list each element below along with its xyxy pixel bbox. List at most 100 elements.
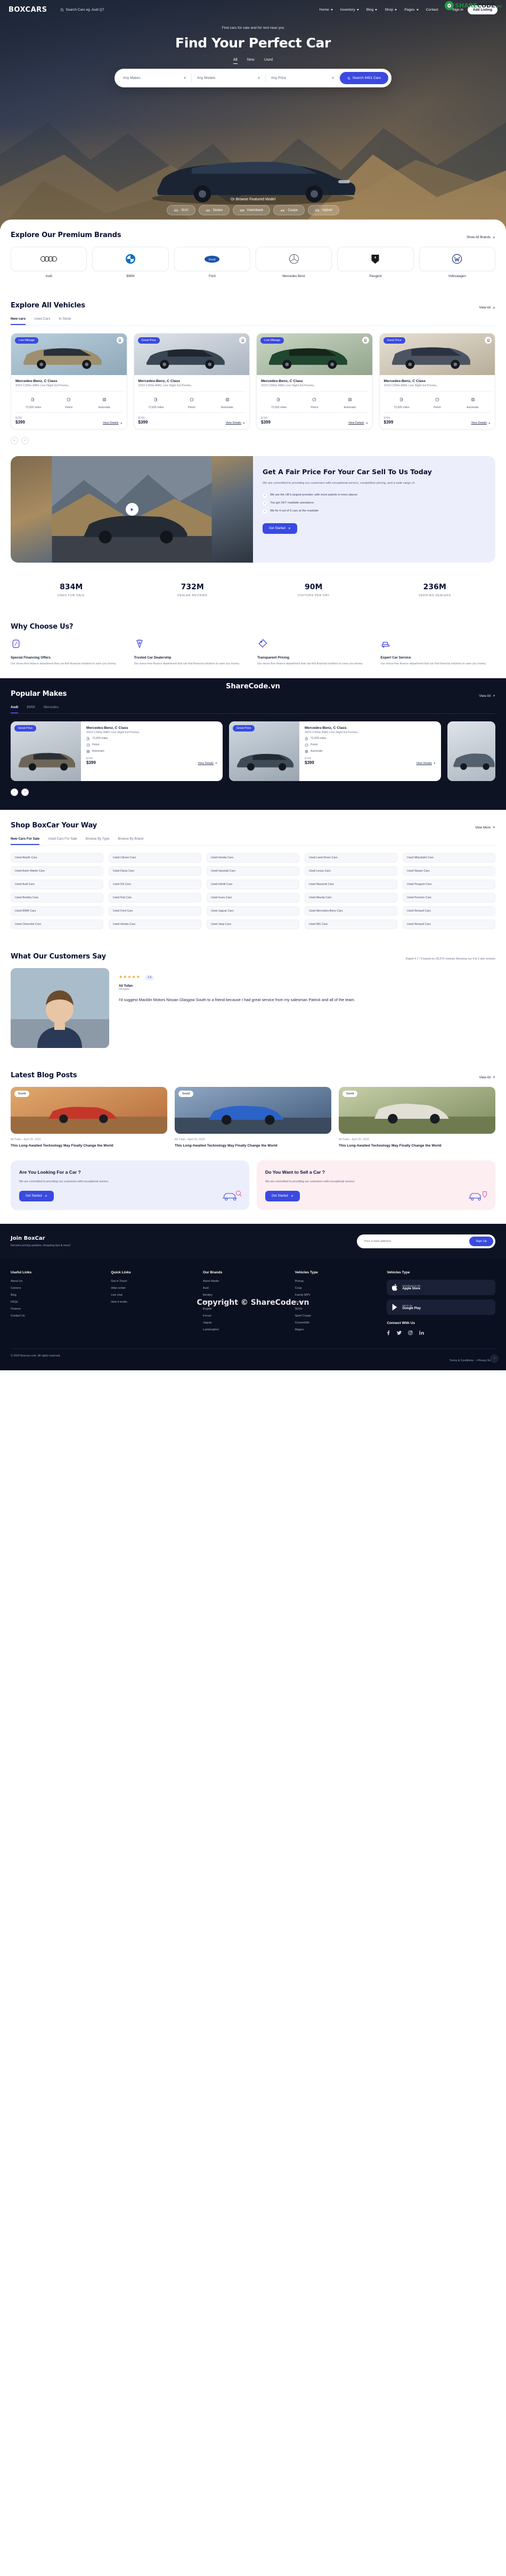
shop-chip[interactable]: Used DS Cars bbox=[109, 879, 201, 889]
fair-price-video-thumb[interactable] bbox=[11, 456, 253, 563]
blog-post[interactable]: Sound Ali Tufan - April 30, 2023 This Lo… bbox=[175, 1086, 331, 1149]
social-instagram[interactable] bbox=[408, 1330, 413, 1336]
fair-price-get-started-button[interactable]: Get Started bbox=[263, 523, 297, 534]
cta-get-started-button[interactable]: Get Started bbox=[19, 1191, 54, 1202]
view-details-link[interactable]: View Details bbox=[103, 421, 123, 425]
shop-chip[interactable]: Used Honda Cars bbox=[109, 919, 201, 929]
footer-link[interactable]: Contact Us bbox=[11, 1314, 102, 1318]
shop-chip[interactable]: Used Bentley Cars bbox=[11, 892, 103, 903]
models-dropdown[interactable]: Any Models bbox=[192, 74, 266, 83]
shop-chip[interactable]: Used Nissan Cars bbox=[403, 866, 495, 876]
carousel-next-button[interactable]: › bbox=[21, 437, 29, 444]
view-details-link[interactable]: View Details bbox=[348, 421, 368, 425]
vehicle-card[interactable]: Great Price Mercedes-Benz, C Class 2023 … bbox=[133, 333, 250, 429]
shop-chip[interactable]: Used Jeep Cars bbox=[207, 919, 299, 929]
tab-browse-by-type[interactable]: Browse By Type bbox=[86, 837, 110, 845]
shop-chip[interactable]: Used Isuzu Cars bbox=[207, 892, 299, 903]
bookmark-button[interactable] bbox=[485, 337, 492, 344]
play-button[interactable] bbox=[125, 503, 138, 516]
footer-link[interactable]: About Us bbox=[11, 1280, 102, 1283]
nav-item-contact[interactable]: Contact bbox=[426, 8, 438, 12]
tab-new[interactable]: New bbox=[247, 58, 255, 64]
popular-card[interactable]: Great Price Mercedes-Benz, C Class 2023 … bbox=[229, 721, 441, 781]
blog-post[interactable]: Sound Ali Tufan - April 30, 2023 This Lo… bbox=[11, 1086, 167, 1149]
tab-used[interactable]: Used bbox=[264, 58, 273, 64]
nav-item-home[interactable]: Home bbox=[320, 8, 333, 12]
back-to-top-button[interactable]: ↑ bbox=[490, 1354, 499, 1363]
bookmark-button[interactable] bbox=[239, 337, 246, 344]
makes-dropdown[interactable]: Any Makes bbox=[118, 74, 192, 83]
shop-chip[interactable]: Used Ford Cars bbox=[109, 906, 201, 916]
vehicles-view-all-link[interactable]: View All bbox=[479, 306, 495, 310]
footer-link[interactable]: Sport Coupe bbox=[295, 1314, 379, 1318]
popular-view-all-link[interactable]: View All bbox=[479, 694, 495, 698]
shop-chip[interactable]: Used Mazda Cars bbox=[305, 892, 397, 903]
nav-item-inventory[interactable]: Inventory bbox=[340, 8, 359, 12]
shop-chip[interactable]: Used Audi Cars bbox=[11, 879, 103, 889]
footer-link[interactable]: Live chat bbox=[111, 1294, 194, 1297]
tab-new-cars-for-sale[interactable]: New Cars For Sale bbox=[11, 837, 40, 845]
bookmark-button[interactable] bbox=[116, 337, 124, 344]
popular-card[interactable]: Great Price Mercedes-Benz, C Class 2023 … bbox=[11, 721, 223, 781]
apple-store-button[interactable]: Download on the Apple Store bbox=[387, 1280, 495, 1296]
show-all-brands-link[interactable]: Show All Brands bbox=[467, 235, 495, 239]
tab-used-cars[interactable]: Used Cars bbox=[34, 317, 50, 325]
shop-chip[interactable]: Used Maserati Cars bbox=[305, 879, 397, 889]
footer-link[interactable]: Convertible bbox=[295, 1321, 379, 1324]
social-linkedin[interactable] bbox=[419, 1330, 424, 1336]
cta-get-started-button[interactable]: Get Started bbox=[265, 1191, 300, 1202]
shop-chip[interactable]: Used Abarth Cars bbox=[11, 852, 103, 863]
vehicle-card[interactable]: Low Mileage Mercedes-Benz, C Class 2023 … bbox=[256, 333, 373, 429]
vehicle-card[interactable]: Low Mileage Mercedes-Benz, C Class 2023 … bbox=[11, 333, 127, 429]
footer-link[interactable]: Jaguar bbox=[203, 1321, 287, 1324]
shop-chip[interactable]: Used Infiniti Cars bbox=[207, 879, 299, 889]
footer-link[interactable]: Audi bbox=[203, 1287, 287, 1290]
blog-view-all-link[interactable]: View All bbox=[479, 1076, 495, 1079]
footer-link[interactable]: Careers bbox=[11, 1287, 102, 1290]
shop-chip[interactable]: Used Land Rover Cars bbox=[305, 852, 397, 863]
brand-item-volkswagen[interactable]: Volkswagen bbox=[419, 247, 495, 278]
vehicle-card[interactable]: Great Price Mercedes-Benz, C Class 2023 … bbox=[379, 333, 495, 429]
shop-chip[interactable]: Used Fiat Cars bbox=[109, 892, 201, 903]
footer-link[interactable]: Pickup bbox=[295, 1280, 379, 1283]
tab-mercedes[interactable]: Mercedes bbox=[44, 705, 59, 713]
tab-bmw[interactable]: BMW bbox=[27, 705, 35, 713]
tab-audi[interactable]: Audi bbox=[11, 705, 19, 713]
footer-link[interactable]: SUVs bbox=[295, 1307, 379, 1311]
price-dropdown[interactable]: Any Price bbox=[266, 74, 340, 83]
newsletter-signup-button[interactable]: Sign Up bbox=[469, 1237, 493, 1247]
shop-chip[interactable]: Used Mercedes-Benz Cars bbox=[305, 906, 397, 916]
popular-card-partial[interactable] bbox=[447, 721, 495, 781]
pill-hybrid[interactable]: Hybrid bbox=[308, 205, 339, 215]
pill-sedan[interactable]: Sedan bbox=[198, 205, 230, 215]
view-details-link[interactable]: View Details bbox=[225, 421, 245, 425]
shop-chip[interactable]: Used Hyundai Cars bbox=[207, 866, 299, 876]
shop-chip[interactable]: Used Lexus Cars bbox=[305, 866, 397, 876]
shop-chip[interactable]: Used BMW Cars bbox=[11, 906, 103, 916]
shop-chip[interactable]: Used MG Cars bbox=[305, 919, 397, 929]
newsletter-email-input[interactable] bbox=[359, 1237, 470, 1247]
shop-chip[interactable]: Used Peugeot Cars bbox=[403, 879, 495, 889]
nav-item-shop[interactable]: Shop bbox=[385, 8, 397, 12]
shop-chip[interactable]: Used Jaguar Cars bbox=[207, 906, 299, 916]
shop-view-more-link[interactable]: View More bbox=[475, 826, 495, 830]
tab-in-stock[interactable]: In Stock bbox=[59, 317, 71, 325]
brand-item-mercedes-benz[interactable]: Mercedes Benz bbox=[255, 247, 332, 278]
view-details-link[interactable]: View Details bbox=[471, 421, 491, 425]
hero-search-button[interactable]: Search 9451 Cars bbox=[339, 72, 389, 84]
search-input[interactable] bbox=[66, 7, 130, 12]
pill-suv[interactable]: SUV bbox=[167, 205, 195, 215]
shop-chip[interactable]: Used Aston Martin Cars bbox=[11, 866, 103, 876]
terms-link[interactable]: Terms & Conditions bbox=[450, 1359, 474, 1362]
footer-link[interactable]: Family MPV bbox=[295, 1294, 379, 1297]
site-logo[interactable]: BOXCARS bbox=[9, 6, 47, 14]
pill-hatchback[interactable]: Hatchback bbox=[233, 205, 271, 215]
bookmark-button[interactable] bbox=[362, 337, 369, 344]
footer-link[interactable]: Ferrari bbox=[203, 1314, 287, 1318]
pill-coupe[interactable]: Coupe bbox=[273, 205, 305, 215]
shop-chip[interactable]: Used Mitsubishi Cars bbox=[403, 852, 495, 863]
blog-post[interactable]: Sound Ali Tufan - April 30, 2023 This Lo… bbox=[339, 1086, 495, 1149]
brand-item-bmw[interactable]: BMW bbox=[92, 247, 169, 278]
nav-item-pages[interactable]: Pages bbox=[404, 8, 419, 12]
footer-link[interactable]: Coup bbox=[295, 1287, 379, 1290]
